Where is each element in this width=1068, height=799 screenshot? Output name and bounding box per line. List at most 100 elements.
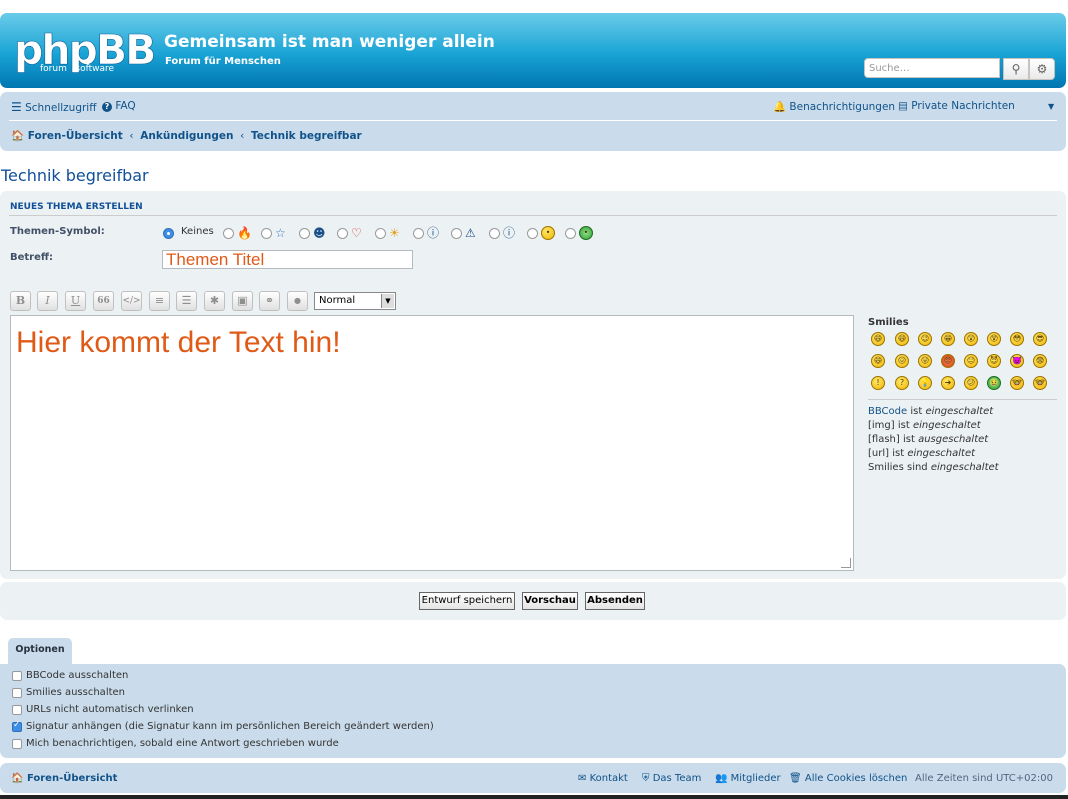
smiley-icon[interactable]: 💡 [918,376,932,390]
status-key: [flash] [868,434,900,445]
ordered-list-button[interactable]: ☰ [176,291,197,311]
topic-icon-radio-grin[interactable] [565,228,576,239]
smiley-icon[interactable]: 😡 [941,354,955,368]
notify-checkbox[interactable] [12,739,22,749]
footer-index-link[interactable]: 🏠 Foren-Übersicht [11,773,117,784]
topic-icon-radio-info[interactable] [489,228,500,239]
smiley-icon[interactable]: 😎 [1033,332,1047,346]
contact-link[interactable]: ✉ Kontakt [578,773,628,784]
user-menu-dropdown[interactable]: ▼ [1048,102,1054,111]
info-icon: ⓘ [503,226,516,240]
search-box: Suche… ⚲ ⚙ [864,58,1056,80]
topic-icon-radio-shock[interactable] [299,228,310,239]
subject-input[interactable]: Themen Titel [162,250,413,269]
advanced-search-button[interactable]: ⚙ [1029,58,1055,80]
list-button[interactable]: ≡ [149,291,170,311]
delete-cookies-link[interactable]: 🗑 Alle Cookies löschen [789,773,907,784]
warning-icon: ⚠ [465,226,476,240]
status-key: [url] [868,448,890,459]
search-input[interactable]: Suche… [864,58,1000,78]
font-size-select[interactable]: Normal ▼ [314,292,396,310]
bbcode-status: BBCode ist eingeschaltet [868,406,993,417]
smiley-icon[interactable]: ? [895,376,909,390]
bold-button[interactable]: B [10,291,31,311]
heart-icon: ♡ [351,226,362,240]
notifications-link[interactable]: 🔔 Benachrichtigungen [773,100,895,113]
topic-icon-radio-none[interactable] [163,228,174,239]
smiley-icon[interactable]: 🤢 [987,376,1001,390]
save-draft-button[interactable]: Entwurf speichern [419,592,515,610]
smiley-icon[interactable]: 😛 [918,354,932,368]
smilies-divider [868,399,1057,400]
smiley-icon[interactable]: 😲 [964,332,978,346]
site-title[interactable]: Gemeinsam ist man weniger allein [164,32,495,52]
image-button[interactable]: ▣ [232,291,253,311]
smiley-icon[interactable]: 😄 [871,332,885,346]
smilies-heading: Smilies [868,317,909,328]
message-textarea[interactable]: Hier kommt der Text hin! [10,315,854,571]
smiley-icon[interactable]: 😕 [964,376,978,390]
breadcrumb-forum[interactable]: Ankündigungen [140,130,233,142]
smiley-icon[interactable]: 😉 [918,332,932,346]
star-icon: ☆ [275,226,286,240]
underline-button[interactable]: U [65,291,86,311]
quote-button[interactable]: 66 [93,291,114,311]
resize-handle[interactable] [841,558,851,568]
disable-magic-url-checkbox[interactable] [12,705,22,715]
smiley-icon[interactable]: 🤓 [1010,376,1024,390]
code-button[interactable]: </> [121,291,142,311]
smiley-icon[interactable]: 😳 [1010,332,1024,346]
quick-links-menu[interactable]: ☰ Schnellzugriff [11,100,96,114]
smiley-icon[interactable]: 👿 [1010,354,1024,368]
status-verb: ist [902,434,915,445]
submit-button[interactable]: Absenden [585,592,645,610]
smiley-icon[interactable]: 😆 [895,332,909,346]
color-button[interactable]: ● [287,291,308,311]
topic-icon-radio-star[interactable] [261,228,272,239]
topic-icon-radio-heart[interactable] [337,228,348,239]
topic-icon-radio-fire[interactable] [223,228,234,239]
smiley-icon[interactable]: 😈 [987,354,1001,368]
members-link[interactable]: 👥 Mitglieder [715,773,781,784]
team-link[interactable]: ⛨ Das Team [642,773,701,784]
page-title[interactable]: Technik begreifbar [1,166,149,185]
breadcrumb-index[interactable]: Foren-Übersicht [28,130,123,142]
status-value: eingeschaltet [907,448,976,459]
topic-icon-radio-sun[interactable] [375,228,386,239]
topic-icon-none-label: Keines [181,226,214,237]
home-icon: 🏠 [11,773,24,784]
list-item-button[interactable]: ✱ [204,291,225,311]
link-button[interactable]: ⚭ [259,291,280,311]
window-bottom-edge [0,795,1068,799]
smiley-icon[interactable]: 😄 [871,354,885,368]
topic-icon-radio-smile[interactable] [527,228,538,239]
question-icon: ⓘ [427,226,440,240]
bbcode-link[interactable]: BBCode [868,406,907,417]
smiley-icon[interactable]: ! [871,376,885,390]
smiley-icon[interactable]: 🤓 [1033,376,1047,390]
disable-bbcode-checkbox[interactable] [12,671,22,681]
nav-divider [9,120,1057,121]
smiley-icon[interactable]: 😖 [895,354,909,368]
green-face-icon: • [579,226,593,240]
smiley-icon[interactable]: 😐 [964,354,978,368]
topic-icon-radio-question[interactable] [413,228,424,239]
smiley-icon[interactable]: 😁 [941,332,955,346]
disable-smilies-checkbox[interactable] [12,688,22,698]
status-value: eingeschaltet [925,406,994,417]
preview-button[interactable]: Vorschau [522,592,578,610]
contact-label: Kontakt [589,773,628,784]
attach-signature-checkbox[interactable] [12,720,22,732]
phpbb-logo[interactable]: phpBB forum software [14,24,157,76]
search-button[interactable]: ⚲ [1003,58,1029,80]
smiley-icon[interactable]: 😨 [1033,354,1047,368]
tab-options[interactable]: Optionen [8,638,72,665]
faq-link[interactable]: ? FAQ [102,100,136,112]
breadcrumb-separator: ‹ [240,130,245,142]
smiley-icon[interactable]: ➜ [941,376,955,390]
italic-button[interactable]: I [37,291,58,311]
breadcrumb-subforum[interactable]: Technik begreifbar [251,130,362,142]
smiley-icon[interactable]: 😵 [987,332,1001,346]
topic-icon-radio-warning[interactable] [451,228,462,239]
private-messages-link[interactable]: ▤ Private Nachrichten [898,100,1015,112]
